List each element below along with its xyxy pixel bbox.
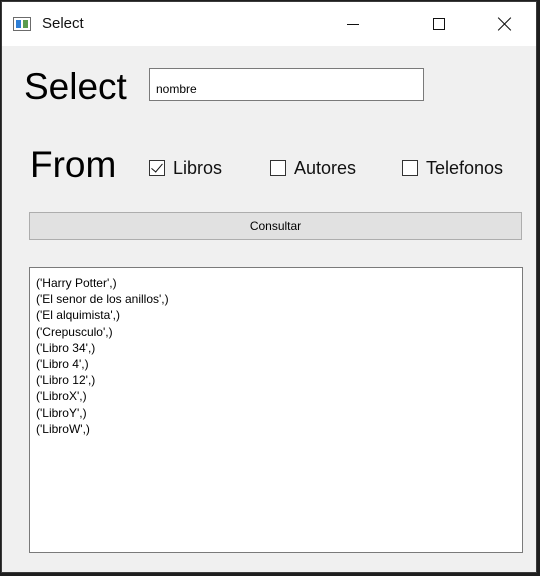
result-line: ('LibroX',)	[36, 389, 87, 404]
select-label: Select	[24, 66, 127, 107]
from-label: From	[30, 144, 117, 185]
autores-checkbox[interactable]: Autores	[270, 157, 356, 179]
maximize-button[interactable]	[416, 2, 462, 46]
result-line: ('El alquimista',)	[36, 308, 120, 323]
telefonos-checkbox[interactable]: Telefonos	[402, 157, 503, 179]
result-line: ('Crepusculo',)	[36, 324, 113, 339]
close-icon	[498, 17, 512, 31]
results-list: ('Harry Potter',) ('El senor de los anil…	[36, 275, 522, 437]
app-icon	[13, 17, 31, 31]
checkbox-unchecked-icon	[270, 160, 286, 176]
select-field-input[interactable]	[149, 68, 424, 101]
consultar-button[interactable]: Consultar	[29, 212, 522, 240]
result-line: ('LibroY',)	[36, 405, 87, 420]
libros-checkbox[interactable]: Libros	[149, 157, 222, 179]
libros-label: Libros	[173, 157, 223, 178]
result-line: ('Libro 4',)	[36, 357, 89, 372]
checkbox-checked-icon	[149, 160, 165, 176]
result-line: ('Harry Potter',)	[36, 276, 117, 290]
app-window: Select Select From Libros Autores Telefo…	[1, 1, 537, 573]
title-bar[interactable]: Select	[2, 2, 536, 46]
result-line: ('El senor de los anillos',)	[36, 292, 169, 307]
telefonos-label: Telefonos	[426, 157, 504, 178]
result-line: ('LibroW',)	[36, 421, 90, 436]
autores-label: Autores	[294, 157, 357, 178]
close-button[interactable]	[482, 2, 528, 46]
checkbox-unchecked-icon	[402, 160, 418, 176]
maximize-icon	[433, 18, 445, 30]
minimize-button[interactable]	[330, 2, 376, 46]
results-textarea[interactable]: ('Harry Potter',) ('El senor de los anil…	[29, 267, 523, 553]
result-line: ('Libro 34',)	[36, 340, 96, 355]
result-line: ('Libro 12',)	[36, 373, 96, 388]
minimize-icon	[347, 23, 359, 25]
window-title: Select	[42, 15, 84, 32]
